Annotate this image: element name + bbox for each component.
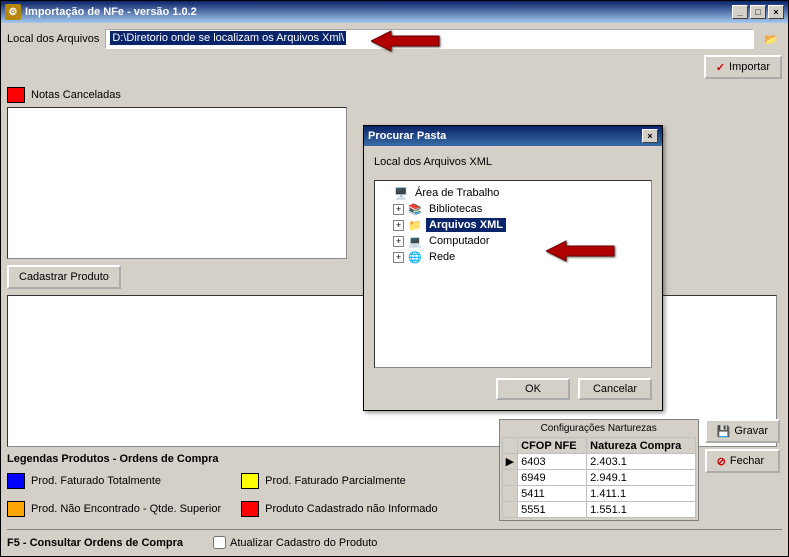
expand-icon[interactable]: + — [393, 204, 404, 215]
desktop-label: Área de Trabalho — [412, 186, 502, 200]
legend-faturado-total: Prod. Faturado Totalmente — [7, 473, 221, 489]
legend-nao-encontrado: Prod. Não Encontrado - Qtde. Superior — [7, 501, 221, 517]
tree-item-libraries[interactable]: + 📚 Bibliotecas — [393, 201, 647, 217]
red-swatch-2 — [241, 501, 259, 517]
computer-label: Computador — [426, 234, 493, 248]
folder-open-icon: 📂 — [764, 33, 778, 46]
network-icon: 🌐 — [407, 250, 423, 264]
titlebar: ⚙ Importação de NFe - versão 1.0.2 _ □ × — [1, 1, 788, 23]
config-table[interactable]: CFOP NFE Natureza Compra ▶64032.403.1 69… — [502, 437, 696, 518]
desktop-icon: 🖥️ — [393, 186, 409, 200]
dialog-buttons: OK Cancelar — [374, 378, 652, 400]
table-row[interactable]: 69492.949.1 — [502, 470, 695, 486]
check-icon: ✓ — [716, 61, 725, 74]
faturado-parcial-label: Prod. Faturado Parcialmente — [265, 475, 406, 487]
browse-button[interactable]: 📂 — [760, 29, 782, 49]
dialog-titlebar[interactable]: Procurar Pasta × — [364, 126, 662, 146]
path-value: D:\Diretorio onde se localizam os Arquiv… — [110, 31, 346, 45]
config-naturezas-group: Configurações Narturezas CFOP NFE Nature… — [499, 419, 699, 521]
col-cfop[interactable]: CFOP NFE — [518, 438, 587, 454]
tree-item-xml[interactable]: + 📁 Arquivos XML — [393, 217, 647, 233]
cadastrar-label: Cadastrar Produto — [19, 271, 109, 283]
blue-swatch — [7, 473, 25, 489]
atualizar-checkbox[interactable] — [213, 536, 226, 549]
save-icon: 💾 — [717, 425, 731, 438]
right-bottom-group: Configurações Narturezas CFOP NFE Nature… — [499, 419, 780, 521]
maximize-button[interactable]: □ — [750, 5, 766, 19]
canceladas-label: Notas Canceladas — [31, 89, 121, 101]
browse-folder-dialog: Procurar Pasta × Local dos Arquivos XML … — [363, 125, 663, 411]
fechar-label: Fechar — [730, 455, 764, 467]
nao-encontrado-label: Prod. Não Encontrado - Qtde. Superior — [31, 503, 221, 515]
xml-label: Arquivos XML — [426, 218, 506, 232]
row-marker-header — [502, 438, 517, 454]
expand-icon[interactable]: + — [393, 220, 404, 231]
gravar-label: Gravar — [734, 425, 768, 437]
cancel-button[interactable]: Cancelar — [578, 378, 652, 400]
dialog-body: Local dos Arquivos XML 🖥️ Área de Trabal… — [364, 146, 662, 410]
legend-col-2: Prod. Faturado Parcialmente Produto Cada… — [241, 469, 437, 521]
config-title: Configurações Narturezas — [502, 422, 696, 435]
dialog-title: Procurar Pasta — [368, 130, 642, 142]
action-buttons-col: 💾 Gravar ⊘ Fechar — [705, 419, 780, 473]
app-icon: ⚙ — [5, 4, 21, 20]
cadastrar-produto-button[interactable]: Cadastrar Produto — [7, 265, 121, 289]
legend-col-1: Prod. Faturado Totalmente Prod. Não Enco… — [7, 469, 221, 521]
expand-icon[interactable]: + — [393, 236, 404, 247]
legend-canceladas: Notas Canceladas — [7, 87, 782, 103]
import-button[interactable]: ✓ Importar — [704, 55, 782, 79]
folder-tree[interactable]: 🖥️ Área de Trabalho + 📚 Bibliotecas + 📁 … — [374, 180, 652, 368]
no-entry-icon: ⊘ — [717, 455, 726, 468]
red-swatch — [7, 87, 25, 103]
status-bar: F5 - Consultar Ordens de Compra Atualiza… — [7, 529, 782, 549]
network-label: Rede — [426, 250, 458, 264]
tree-item-desktop[interactable]: 🖥️ Área de Trabalho — [379, 185, 647, 201]
path-label: Local dos Arquivos — [7, 33, 99, 45]
libraries-icon: 📚 — [407, 202, 423, 216]
table-row[interactable]: 55511.551.1 — [502, 502, 695, 518]
f5-hint: F5 - Consultar Ordens de Compra — [7, 537, 183, 549]
nao-informado-label: Produto Cadastrado não Informado — [265, 503, 437, 515]
expand-icon[interactable]: + — [393, 252, 404, 263]
main-window: ⚙ Importação de NFe - versão 1.0.2 _ □ ×… — [0, 0, 789, 557]
window-title: Importação de NFe - versão 1.0.2 — [25, 6, 732, 18]
minimize-button[interactable]: _ — [732, 5, 748, 19]
legend-nao-informado: Produto Cadastrado não Informado — [241, 501, 437, 517]
yellow-swatch — [241, 473, 259, 489]
atualizar-label: Atualizar Cadastro do Produto — [230, 537, 377, 549]
folder-icon: 📁 — [407, 218, 423, 232]
dialog-label: Local dos Arquivos XML — [374, 156, 652, 168]
faturado-total-label: Prod. Faturado Totalmente — [31, 475, 161, 487]
gravar-button[interactable]: 💾 Gravar — [705, 419, 780, 443]
dialog-close-button[interactable]: × — [642, 129, 658, 143]
red-arrow-annotation — [371, 29, 441, 56]
notes-list-panel[interactable] — [7, 107, 347, 259]
table-row[interactable]: ▶64032.403.1 — [502, 454, 695, 470]
table-row[interactable]: 54111.411.1 — [502, 486, 695, 502]
ok-button[interactable]: OK — [496, 378, 570, 400]
window-controls: _ □ × — [732, 5, 784, 19]
atualizar-checkbox-wrap[interactable]: Atualizar Cadastro do Produto — [213, 536, 377, 549]
fechar-button[interactable]: ⊘ Fechar — [705, 449, 780, 473]
close-button[interactable]: × — [768, 5, 784, 19]
col-natureza[interactable]: Natureza Compra — [587, 438, 696, 454]
import-label: Importar — [729, 61, 770, 73]
orange-swatch — [7, 501, 25, 517]
legend-faturado-parcial: Prod. Faturado Parcialmente — [241, 473, 437, 489]
libraries-label: Bibliotecas — [426, 202, 485, 216]
red-arrow-annotation — [546, 239, 616, 266]
import-row: ✓ Importar — [7, 55, 782, 79]
computer-icon: 💻 — [407, 234, 423, 248]
